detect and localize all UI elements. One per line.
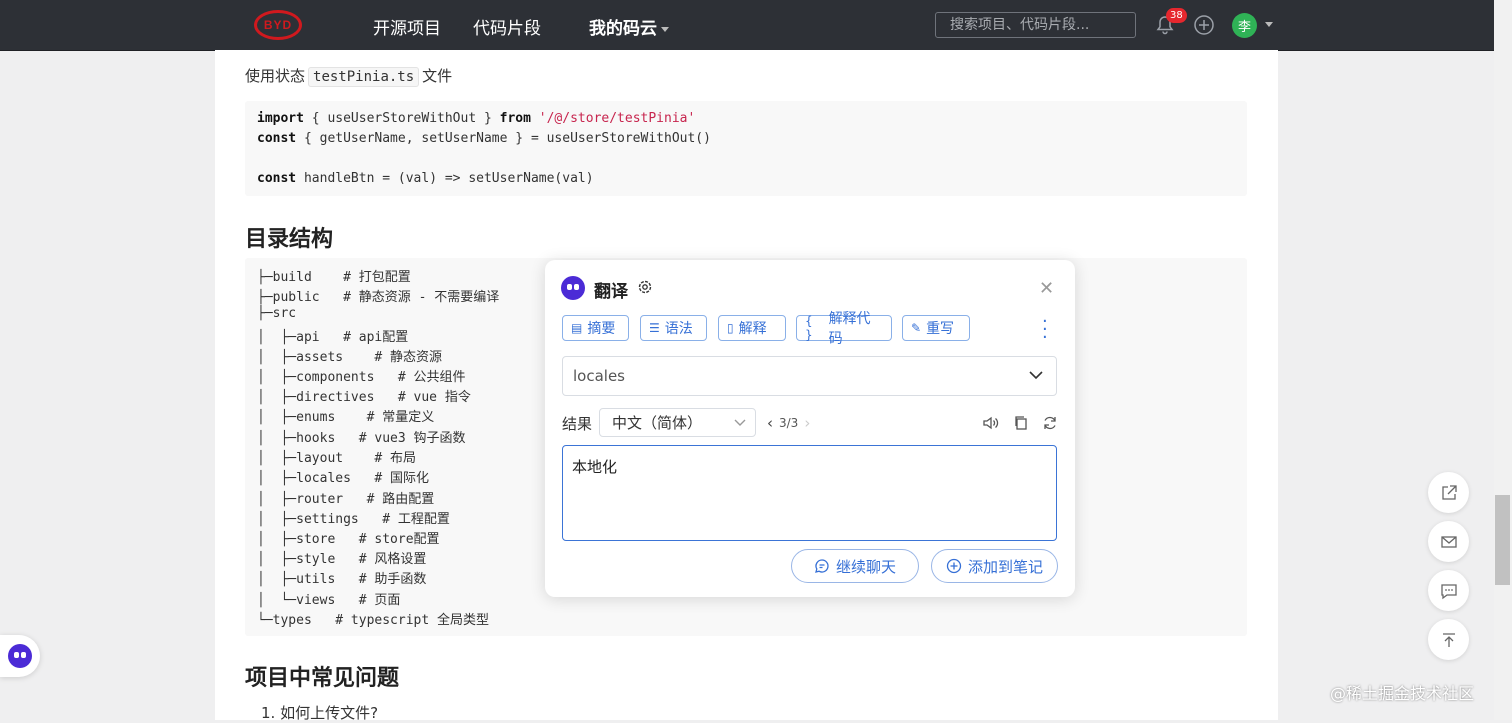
continue-chat-button[interactable]: 继续聊天 (791, 549, 919, 583)
copy-icon[interactable] (1012, 414, 1030, 432)
heading-faq: 项目中常见问题 (245, 666, 400, 691)
scrollbar-track[interactable] (1494, 0, 1512, 720)
chevron-down-icon (1029, 371, 1043, 380)
tree-line: │ ├─hooks # vue3 钩子函数 (257, 431, 466, 446)
top-navbar: BYD 开源项目 代码片段 我的码云 38 李 (0, 0, 1494, 51)
tree-line: ├─src (257, 306, 297, 321)
action-grammar-button[interactable]: ☰ 语法 (640, 315, 707, 341)
code-line: const { getUserName, setUserName } = use… (257, 131, 711, 146)
tree-line: │ ├─utils # 助手函数 (257, 572, 427, 587)
usage-suffix: 文件 (422, 67, 453, 85)
tree-line: │ ├─style # 风格设置 (257, 552, 427, 567)
result-label: 结果 (562, 415, 593, 433)
popup-title: 翻译 (594, 282, 628, 302)
tree-line: │ └─views # 页面 (257, 593, 401, 608)
assistant-launcher-button[interactable] (0, 635, 40, 677)
pager-text: 3/3 (779, 416, 799, 430)
tree-line: │ ├─router # 路由配置 (257, 492, 435, 507)
close-icon[interactable]: ✕ (1039, 278, 1054, 299)
code-line: const handleBtn = (val) => setUserName(v… (257, 171, 594, 186)
comment-icon (1440, 583, 1457, 599)
speaker-icon[interactable] (981, 414, 999, 432)
notification-badge: 38 (1166, 8, 1187, 23)
document-icon: ▤ (571, 321, 583, 335)
book-icon: ▯ (727, 321, 734, 335)
tree-line: │ ├─settings # 工程配置 (257, 512, 450, 527)
target-language-select[interactable]: 中文（简体） (599, 408, 756, 437)
chevron-down-icon[interactable] (1265, 22, 1273, 27)
translate-popup: 翻译 ✕ ▤ 摘要 ☰ 语法 ▯ 解释 { } 解释代码 ✎ 重写 · · · locales… (545, 260, 1075, 597)
plus-circle-icon[interactable] (1193, 14, 1215, 36)
add-to-notes-button[interactable]: 添加到笔记 (931, 549, 1058, 583)
target-language-value: 中文（简体） (612, 414, 703, 432)
external-link-icon (1441, 484, 1457, 500)
result-pager: ‹ 3/3 › (767, 414, 810, 432)
refresh-icon[interactable] (1041, 414, 1059, 432)
mail-icon (1440, 535, 1457, 548)
back-to-top-button[interactable] (1428, 619, 1469, 660)
search-input[interactable] (935, 12, 1136, 38)
pencil-icon: ✎ (911, 321, 922, 335)
plus-circle-icon (946, 558, 962, 574)
tree-line: │ ├─api # api配置 (257, 330, 409, 345)
action-summary-button[interactable]: ▤ 摘要 (562, 315, 629, 341)
source-text-value: locales (573, 367, 625, 385)
watermark: @稀土掘金技术社区 (1330, 684, 1475, 703)
assistant-logo-icon (8, 644, 32, 668)
tree-line: └─types # typescript 全局类型 (257, 613, 490, 628)
tree-line: │ ├─layout # 布局 (257, 451, 417, 466)
logo-text: BYD (263, 18, 293, 32)
tree-line: │ ├─enums # 常量定义 (257, 410, 435, 425)
code-line: import { useUserStoreWithOut } from '/@/… (257, 111, 696, 126)
assistant-logo-icon (561, 276, 585, 300)
tree-line: ├─build # 打包配置 (257, 270, 411, 285)
chevron-left-icon[interactable]: ‹ (767, 414, 773, 432)
usage-prefix: 使用状态 (245, 67, 306, 85)
tree-line: ├─public # 静态资源 - 不需要编译 (257, 290, 500, 305)
action-explain-code-button[interactable]: { } 解释代码 (796, 311, 892, 347)
action-explain-button[interactable]: ▯ 解释 (718, 315, 786, 341)
tree-line: │ ├─locales # 国际化 (257, 471, 430, 486)
nav-link-my-gitee[interactable]: 我的码云 (589, 14, 669, 39)
chevron-down-icon (734, 419, 746, 426)
arrow-up-icon (1442, 632, 1455, 647)
email-button[interactable] (1428, 521, 1469, 562)
comment-button[interactable] (1428, 570, 1469, 611)
nav-link-open-source[interactable]: 开源项目 (373, 14, 441, 39)
share-button[interactable] (1428, 472, 1469, 513)
usage-paragraph: 使用状态 testPinia.ts 文件 (245, 65, 453, 87)
more-vertical-icon[interactable]: · · · (1042, 313, 1048, 347)
gear-icon[interactable] (637, 279, 653, 295)
chevron-right-icon[interactable]: › (804, 414, 810, 432)
heading-directory-structure: 目录结构 (245, 227, 334, 252)
avatar[interactable]: 李 (1232, 13, 1257, 38)
tree-line: │ ├─directives # vue 指令 (257, 390, 471, 405)
scrollbar-thumb[interactable] (1495, 495, 1510, 585)
chevron-down-icon (661, 26, 669, 32)
lines-icon: ☰ (649, 321, 660, 335)
brand-logo[interactable]: BYD (254, 10, 302, 40)
tree-line: │ ├─store # store配置 (257, 532, 440, 547)
inline-code-filename: testPinia.ts (308, 67, 420, 87)
chat-bubble-icon (815, 559, 829, 573)
tree-line: │ ├─components # 公共组件 (257, 370, 466, 385)
nav-link-my-gitee-label: 我的码云 (589, 19, 657, 39)
braces-icon: { } (805, 314, 813, 342)
nav-link-snippets[interactable]: 代码片段 (473, 14, 541, 39)
tree-line: │ ├─assets # 静态资源 (257, 350, 443, 365)
action-rewrite-button[interactable]: ✎ 重写 (902, 315, 970, 341)
result-text-area[interactable]: 本地化 (562, 445, 1057, 541)
source-text-select[interactable]: locales (562, 356, 1057, 396)
code-block: import { useUserStoreWithOut } from '/@/… (245, 101, 1247, 196)
